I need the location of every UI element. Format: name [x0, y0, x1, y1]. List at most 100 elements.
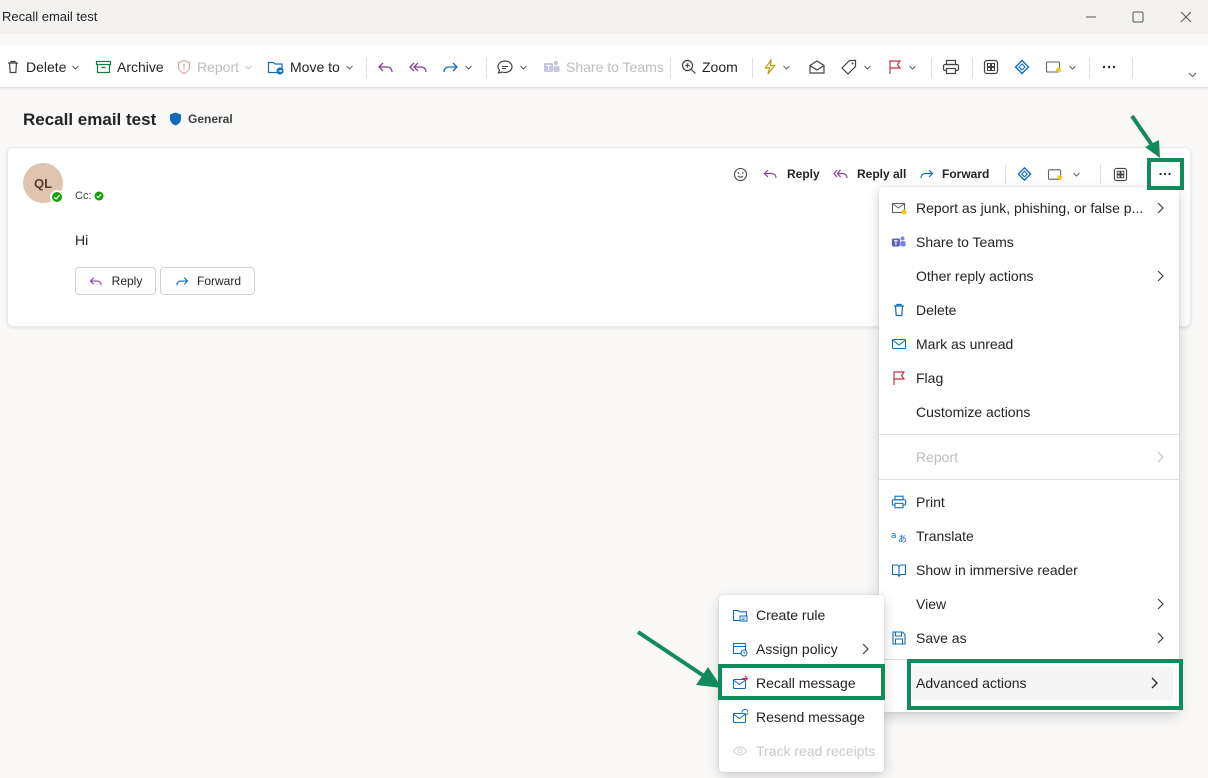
flag-icon: [889, 60, 902, 74]
menu-item-report-junk[interactable]: Report as junk, phishing, or false p...: [879, 191, 1179, 225]
forward-pill-button[interactable]: Forward: [160, 267, 255, 295]
menu-item-share-teams[interactable]: Share to Teams: [879, 225, 1179, 259]
shield-warning-icon: [177, 59, 191, 75]
shield-icon: [170, 112, 181, 126]
command-toolbar: Delete Archive Report Move to Share to T…: [0, 46, 1208, 88]
close-icon: [1180, 11, 1192, 23]
submenu-item-label: Assign policy: [756, 641, 838, 657]
print-button[interactable]: [942, 55, 960, 79]
presence-available-icon: [94, 191, 103, 201]
menu-item-translate[interactable]: aあ Translate: [879, 519, 1179, 553]
toolbar-divider: [1132, 58, 1133, 78]
chevron-right-icon: [1157, 598, 1164, 610]
maximize-button[interactable]: [1115, 0, 1161, 34]
menu-item-report: Report: [879, 440, 1179, 474]
forward-icon: [176, 276, 189, 285]
translate-icon: aあ: [891, 531, 907, 544]
message-subject: Recall email test: [23, 110, 157, 129]
header-reply-button[interactable]: Reply: [763, 164, 820, 184]
menu-item-delete[interactable]: Delete: [879, 293, 1179, 327]
annotation-box-recall-message: [718, 664, 885, 700]
toolbar-divider: [670, 58, 671, 78]
more-icon: [1102, 65, 1116, 69]
header-reply-all-label: Reply all: [857, 167, 907, 181]
chevron-down-icon: [783, 65, 790, 70]
resend-message-icon: [732, 708, 749, 724]
menu-item-label: Mark as unread: [916, 336, 1014, 352]
printer-icon: [942, 59, 960, 75]
reply-icon: [763, 169, 777, 179]
quick-steps-button[interactable]: [763, 55, 791, 79]
close-button[interactable]: [1163, 0, 1208, 34]
delete-button[interactable]: Delete: [5, 55, 80, 79]
menu-item-customize-actions[interactable]: Customize actions: [879, 395, 1179, 429]
menu-item-print[interactable]: Print: [879, 485, 1179, 519]
reply-all-icon: [833, 169, 848, 179]
toolbar-divider: [931, 58, 932, 78]
forward-icon: [443, 62, 458, 73]
archive-label: Archive: [117, 59, 164, 75]
report-button[interactable]: Report: [176, 55, 253, 79]
chevron-down-icon: [72, 65, 80, 70]
immersive-reader-button[interactable]: [1045, 55, 1077, 79]
categorize-button[interactable]: [840, 55, 872, 79]
toolbar-divider: [486, 58, 487, 78]
share-to-teams-label: Share to Teams: [566, 59, 664, 75]
apps-button[interactable]: [983, 55, 999, 79]
menu-item-save-as[interactable]: Save as: [879, 621, 1179, 655]
expand-toolbar-button[interactable]: [1187, 62, 1198, 86]
header-loop-button[interactable]: [1016, 164, 1033, 184]
flag-button[interactable]: [887, 55, 917, 79]
move-to-button[interactable]: Move to: [267, 55, 354, 79]
forward-icon: [920, 169, 934, 179]
save-icon: [892, 631, 906, 645]
menu-item-other-reply-actions[interactable]: Other reply actions: [879, 259, 1179, 293]
create-rule-icon: [732, 609, 748, 622]
header-forward-button[interactable]: Forward: [918, 164, 989, 184]
header-reply-all-button[interactable]: Reply all: [833, 164, 906, 184]
loop-button[interactable]: [1013, 55, 1031, 79]
submenu-item-assign-policy[interactable]: Assign policy: [719, 632, 884, 666]
chevron-down-icon: [1069, 65, 1076, 70]
reply-pill-button[interactable]: Reply: [75, 267, 156, 295]
submenu-item-create-rule[interactable]: Create rule: [719, 598, 884, 632]
menu-item-immersive-reader[interactable]: Show in immersive reader: [879, 553, 1179, 587]
submenu-item-resend-message[interactable]: Resend message: [719, 700, 884, 734]
menu-item-label: Show in immersive reader: [916, 562, 1078, 578]
zoom-button[interactable]: Zoom: [681, 55, 738, 79]
sensitivity-label-text: General: [188, 112, 233, 126]
menu-item-label: View: [916, 596, 947, 612]
archive-button[interactable]: Archive: [95, 55, 164, 79]
emoji-react-button[interactable]: [733, 164, 748, 184]
cc-label: Cc:: [75, 190, 92, 202]
envelope-icon: [891, 338, 907, 350]
menu-item-flag[interactable]: Flag: [879, 361, 1179, 395]
forward-button[interactable]: [441, 55, 473, 79]
menu-item-label: Other reply actions: [916, 268, 1034, 284]
forward-pill-label: Forward: [196, 274, 241, 288]
note-icon: [1045, 61, 1061, 73]
sensitivity-label[interactable]: General: [169, 112, 233, 126]
chevron-down-icon: [864, 65, 871, 70]
lightning-icon: [764, 59, 776, 75]
chat-icon: [497, 60, 513, 74]
menu-item-label: Report as junk, phishing, or false p...: [916, 200, 1144, 216]
chevron-down-icon: [245, 65, 252, 70]
minimize-button[interactable]: [1068, 0, 1114, 34]
menu-item-mark-unread[interactable]: Mark as unread: [879, 327, 1179, 361]
reply-all-button[interactable]: [409, 55, 429, 79]
header-note-button[interactable]: [1047, 164, 1081, 184]
mark-read-button[interactable]: [808, 55, 826, 79]
menu-item-view[interactable]: View: [879, 587, 1179, 621]
chat-button[interactable]: [496, 55, 528, 79]
header-apps-button[interactable]: [1113, 164, 1128, 184]
menu-item-label: Flag: [916, 370, 944, 386]
menu-item-label: Share to Teams: [916, 234, 1014, 250]
loop-icon: [1014, 59, 1030, 75]
reply-button[interactable]: [377, 55, 395, 79]
toolbar-more-button[interactable]: [1101, 55, 1117, 79]
more-actions-menu: Report as junk, phishing, or false p... …: [879, 187, 1179, 712]
toolbar-divider: [752, 58, 753, 78]
menu-item-label: Translate: [916, 528, 974, 544]
share-to-teams-button[interactable]: Share to Teams: [543, 55, 664, 79]
